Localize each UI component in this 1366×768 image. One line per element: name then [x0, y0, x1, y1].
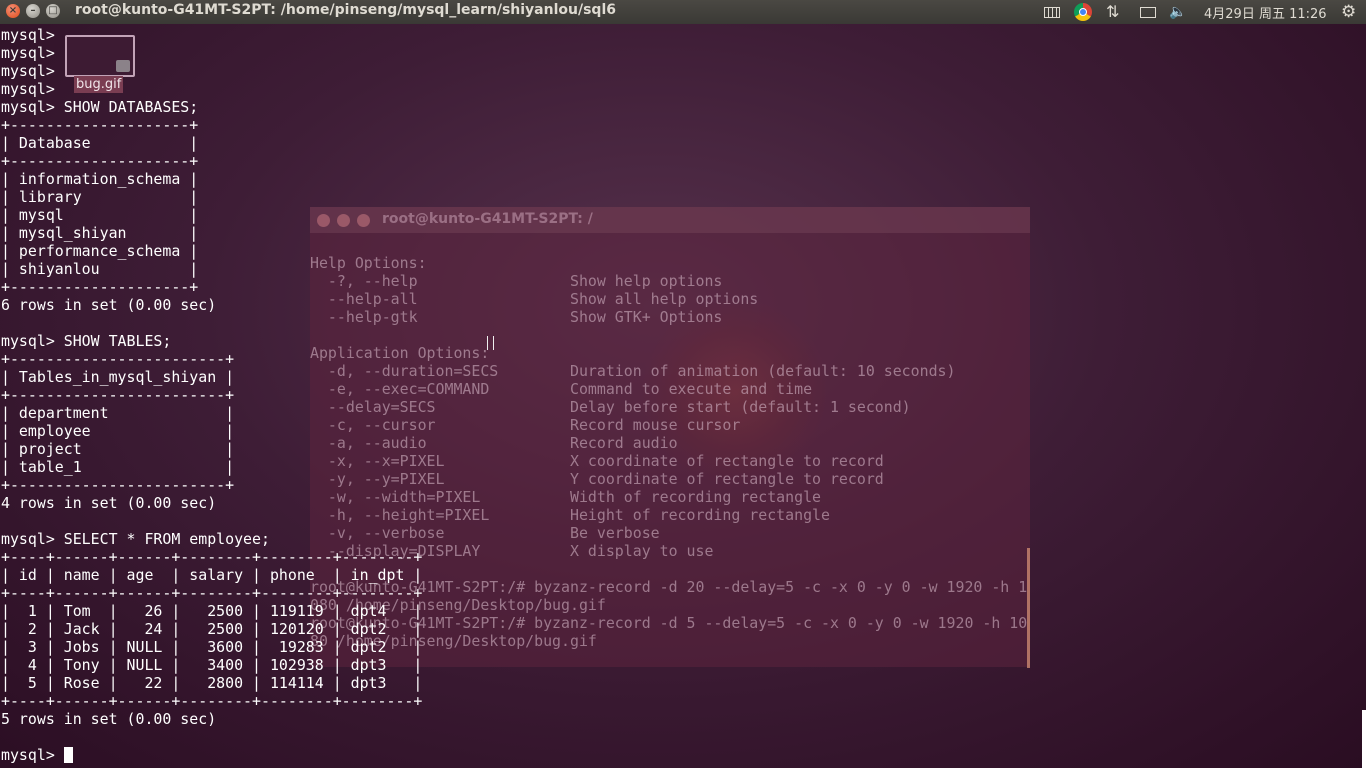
overlay-terminal-line: Help Options: [310, 254, 427, 272]
overlay-terminal-line: --delay=SECS Delay before start (default… [310, 398, 911, 416]
overlay-terminal-titlebar: root@kunto-G41MT-S2PT: / [310, 207, 1030, 233]
terminal-line: mysql> [1, 62, 55, 80]
overlay-close-icon [317, 214, 330, 227]
maximize-button[interactable]: □ [46, 4, 60, 18]
overlay-terminal-edge [1027, 548, 1030, 668]
desktop-file-label: bug.gif [74, 76, 124, 93]
terminal-line: +--------------------+ [1, 116, 199, 134]
terminal-line: +------------------------+ [1, 476, 235, 494]
terminal-line: | 2 | Jack | 24 | 2500 | 120120 | dpt2 | [1, 620, 423, 638]
minimize-button[interactable]: – [26, 4, 40, 18]
terminal-line: | 5 | Rose | 22 | 2800 | 114114 | dpt3 | [1, 674, 423, 692]
ibeam-cursor-icon [487, 336, 494, 350]
overlay-terminal-line: --help-gtk Show GTK+ Options [310, 308, 723, 326]
terminal-line: | project | [1, 440, 235, 458]
terminal-line: | mysql | [1, 206, 199, 224]
chrome-icon[interactable] [1074, 3, 1092, 21]
terminal-line: 4 rows in set (0.00 sec) [1, 494, 217, 512]
overlay-terminal-line: -e, --exec=COMMAND Command to execute an… [310, 380, 813, 398]
scrollbar-indicator[interactable] [1362, 710, 1366, 768]
overlay-minimize-icon [337, 214, 350, 227]
terminal-line: mysql> [1, 80, 55, 98]
terminal-line: +--------------------+ [1, 152, 199, 170]
terminal-line: | 4 | Tony | NULL | 3400 | 102938 | dpt3… [1, 656, 423, 674]
overlay-terminal-line: -v, --verbose Be verbose [310, 524, 660, 542]
window-title: root@kunto-G41MT-S2PT: /home/pinseng/mys… [75, 2, 616, 18]
overlay-terminal-line: -d, --duration=SECS Duration of animatio… [310, 362, 956, 380]
volume-icon[interactable]: 🔈 [1169, 3, 1187, 21]
network-icon[interactable]: ⇅ [1106, 3, 1126, 21]
terminal-line: mysql> [1, 746, 64, 764]
terminal-line: | department | [1, 404, 235, 422]
terminal-line: | employee | [1, 422, 235, 440]
terminal-line: mysql> [1, 26, 55, 44]
desktop-file-bug-gif[interactable]: bug.gif [64, 34, 135, 94]
overlay-terminal-line: -?, --help Show help options [310, 272, 723, 290]
terminal-line: | Tables_in_mysql_shiyan | [1, 368, 235, 386]
overlay-terminal-title: root@kunto-G41MT-S2PT: / [382, 211, 593, 227]
terminal-line: 6 rows in set (0.00 sec) [1, 296, 217, 314]
terminal-line: | table_1 | [1, 458, 235, 476]
overlay-terminal-line: --help-all Show all help options [310, 290, 759, 308]
terminal-line: | mysql_shiyan | [1, 224, 199, 242]
terminal-line: | library | [1, 188, 199, 206]
terminal-line: | information_schema | [1, 170, 199, 188]
terminal-line: mysql> SHOW TABLES; [1, 332, 172, 350]
mail-icon[interactable] [1140, 3, 1158, 21]
gif-thumbnail-icon [65, 35, 135, 77]
overlay-terminal-line: -x, --x=PIXEL X coordinate of rectangle … [310, 452, 884, 470]
terminal-line: | Database | [1, 134, 199, 152]
terminal-line: mysql> SHOW DATABASES; [1, 98, 199, 116]
terminal-line: mysql> SELECT * FROM employee; [1, 530, 270, 548]
overlay-terminal-line: -w, --width=PIXEL Width of recording rec… [310, 488, 822, 506]
terminal-line: | id | name | age | salary | phone | in_… [1, 566, 423, 584]
top-panel: × – □ root@kunto-G41MT-S2PT: /home/pinse… [0, 0, 1366, 24]
terminal-line: +--------------------+ [1, 278, 199, 296]
overlay-maximize-icon [357, 214, 370, 227]
terminal-line: 5 rows in set (0.00 sec) [1, 710, 217, 728]
terminal-line: +----+------+------+--------+--------+--… [1, 548, 423, 566]
terminal-line: | shiyanlou | [1, 260, 199, 278]
terminal-line: +----+------+------+--------+--------+--… [1, 584, 423, 602]
terminal-line: | performance_schema | [1, 242, 199, 260]
terminal-cursor [64, 747, 73, 763]
overlay-terminal-line: -c, --cursor Record mouse cursor [310, 416, 741, 434]
terminal-line: | 3 | Jobs | NULL | 3600 | 19283 | dpt2 … [1, 638, 423, 656]
overlay-terminal-line: -a, --audio Record audio [310, 434, 678, 452]
overlay-terminal-line: -y, --y=PIXEL Y coordinate of rectangle … [310, 470, 884, 488]
close-button[interactable]: × [6, 4, 20, 18]
terminal-line: | 1 | Tom | 26 | 2500 | 119119 | dpt4 | [1, 602, 423, 620]
settings-icon[interactable]: ⚙ [1341, 3, 1361, 21]
overlay-terminal-line: Application Options: [310, 344, 490, 362]
terminal-line: +------------------------+ [1, 350, 235, 368]
overlay-terminal-line: -h, --height=PIXEL Height of recording r… [310, 506, 830, 524]
clock[interactable]: 4月29日 周五 11:26 [1204, 3, 1327, 22]
terminal-line: +------------------------+ [1, 386, 235, 404]
keyboard-icon[interactable] [1043, 3, 1061, 21]
terminal-line: +----+------+------+--------+--------+--… [1, 692, 423, 710]
terminal-line: mysql> [1, 44, 55, 62]
